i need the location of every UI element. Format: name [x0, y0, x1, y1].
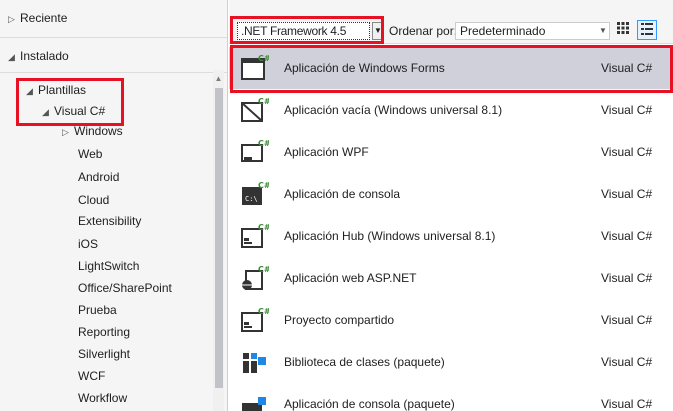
- template-language: Visual C#: [601, 229, 653, 243]
- tree-node-silverlight[interactable]: Silverlight: [78, 344, 130, 364]
- tree-separator: [0, 72, 227, 73]
- template-language: Visual C#: [601, 271, 653, 285]
- template-row-shared-project[interactable]: C# Proyecto compartido Visual C#: [229, 299, 673, 341]
- template-language: Visual C#: [601, 61, 653, 75]
- chevron-down-icon[interactable]: ▼: [372, 22, 384, 40]
- expand-arrow-icon: ▷: [62, 127, 69, 137]
- template-name: Aplicación vacía (Windows universal 8.1): [284, 103, 503, 117]
- tree-node-cloud[interactable]: Cloud: [78, 190, 109, 210]
- svg-text:C#: C#: [258, 265, 269, 274]
- tree-node-windows[interactable]: ▷ Windows: [62, 121, 123, 141]
- template-row-hub-app[interactable]: C# Aplicación Hub (Windows universal 8.1…: [229, 215, 673, 257]
- template-toolbar: .NET Framework 4.5 ▼ Ordenar por: Predet…: [229, 0, 673, 44]
- tree-separator: [0, 37, 227, 38]
- console-package-icon: [242, 397, 266, 411]
- template-language: Visual C#: [601, 103, 653, 117]
- tree-scroll-thumb[interactable]: [215, 88, 223, 388]
- svg-text:C#: C#: [258, 139, 269, 148]
- template-name: Aplicación web ASP.NET: [284, 271, 417, 285]
- svg-text:C#: C#: [258, 223, 269, 232]
- template-name: Biblioteca de clases (paquete): [284, 355, 445, 369]
- template-row-console-package[interactable]: Aplicación de consola (paquete) Visual C…: [229, 383, 673, 411]
- list-view-button[interactable]: [637, 20, 657, 40]
- template-name: Aplicación Hub (Windows universal 8.1): [284, 229, 496, 243]
- tree-node-recent[interactable]: ▷ Reciente: [8, 8, 67, 28]
- chevron-down-icon[interactable]: ▼: [596, 22, 610, 40]
- template-row-aspnet[interactable]: C# Aplicación web ASP.NET Visual C#: [229, 257, 673, 299]
- template-row-windows-forms[interactable]: C# Aplicación de Windows Forms Visual C#: [229, 47, 673, 89]
- collapse-arrow-icon: ◢: [26, 86, 33, 96]
- winforms-icon: C#: [241, 54, 269, 80]
- template-list: C# Aplicación de Windows Forms Visual C#…: [229, 45, 673, 411]
- console-icon: C:\ C#: [242, 181, 269, 205]
- tree-node-reporting[interactable]: Reporting: [78, 322, 130, 342]
- template-name: Aplicación de consola (paquete): [284, 397, 455, 411]
- template-language: Visual C#: [601, 313, 653, 327]
- hub-app-icon: C#: [241, 223, 269, 248]
- expand-arrow-icon: ▷: [8, 14, 15, 24]
- template-row-console[interactable]: C:\ C# Aplicación de consola Visual C#: [229, 173, 673, 215]
- template-row-class-library-package[interactable]: Biblioteca de clases (paquete) Visual C#: [229, 341, 673, 383]
- template-language: Visual C#: [601, 355, 653, 369]
- tree-node-wcf[interactable]: WCF: [78, 366, 105, 386]
- template-name: Aplicación WPF: [284, 145, 369, 159]
- shared-project-icon: C#: [241, 307, 269, 332]
- tree-node-prueba[interactable]: Prueba: [78, 300, 117, 320]
- tree-node-workflow[interactable]: Workflow: [78, 388, 127, 408]
- svg-text:C#: C#: [258, 54, 269, 63]
- tree-node-office-sharepoint[interactable]: Office/SharePoint: [78, 278, 172, 298]
- list-view-icon: [641, 23, 653, 35]
- framework-select[interactable]: .NET Framework 4.5: [237, 22, 370, 40]
- aspnet-icon: C#: [242, 265, 269, 290]
- template-language: Visual C#: [601, 397, 653, 411]
- tree-node-extensibility[interactable]: Extensibility: [78, 211, 141, 231]
- class-library-package-icon: [243, 353, 266, 373]
- template-row-blank-app[interactable]: C# Aplicación vacía (Windows universal 8…: [229, 89, 673, 131]
- grid-view-icon: [617, 22, 629, 34]
- template-tree-panel: ▷ Reciente ◢ Instalado ◢ Plantillas ◢ Visual…: [0, 0, 228, 411]
- svg-text:C#: C#: [258, 181, 269, 190]
- wpf-icon: C#: [241, 139, 269, 162]
- scroll-up-arrow-icon[interactable]: ▲: [213, 74, 224, 84]
- svg-text:C:\: C:\: [245, 195, 258, 203]
- template-row-wpf[interactable]: C# Aplicación WPF Visual C#: [229, 131, 673, 173]
- svg-text:C#: C#: [258, 97, 269, 106]
- tree-node-visual-csharp[interactable]: ◢ Visual C#: [42, 101, 105, 121]
- collapse-arrow-icon: ◢: [8, 52, 15, 62]
- tree-node-android[interactable]: Android: [78, 167, 119, 187]
- svg-text:C#: C#: [258, 307, 269, 316]
- template-language: Visual C#: [601, 145, 653, 159]
- tree-node-installed[interactable]: ◢ Instalado: [8, 46, 69, 66]
- tree-node-templates[interactable]: ◢ Plantillas: [26, 80, 86, 100]
- tree-node-lightswitch[interactable]: LightSwitch: [78, 256, 139, 276]
- collapse-arrow-icon: ◢: [42, 107, 49, 117]
- template-name: Aplicación de Windows Forms: [284, 61, 445, 75]
- medium-icons-view-button[interactable]: [613, 20, 633, 40]
- template-name: Proyecto compartido: [284, 313, 395, 327]
- sort-select[interactable]: Predeterminado: [455, 22, 610, 40]
- template-name: Aplicación de consola: [284, 187, 401, 201]
- template-language: Visual C#: [601, 187, 653, 201]
- sort-label: Ordenar por:: [389, 24, 458, 38]
- tree-node-ios[interactable]: iOS: [78, 234, 98, 254]
- blank-app-icon: C#: [241, 97, 269, 122]
- tree-node-web[interactable]: Web: [78, 144, 102, 164]
